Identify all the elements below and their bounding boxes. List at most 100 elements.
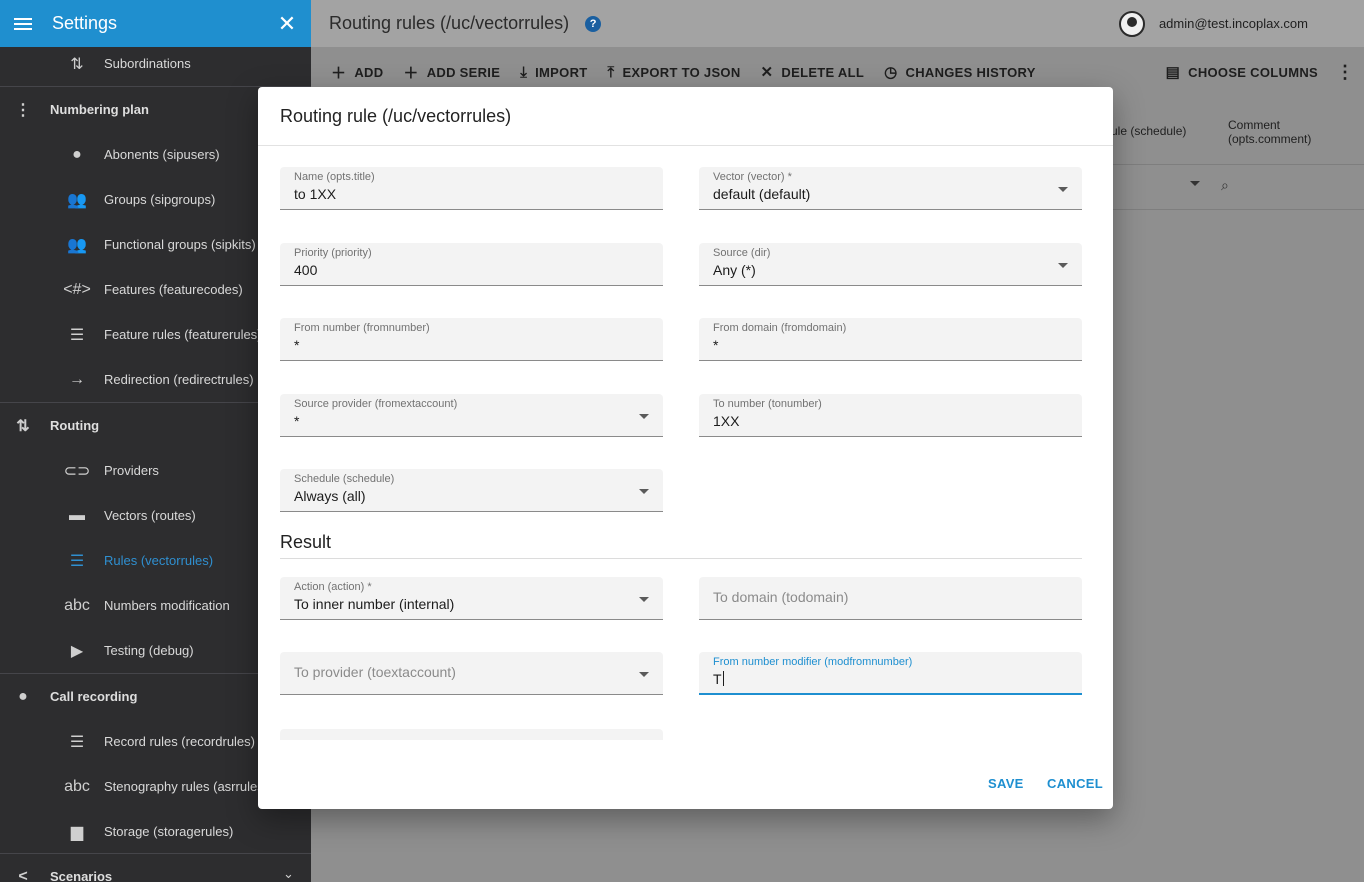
dropdown-arrow-icon (639, 414, 649, 419)
changes-history-button[interactable]: ◷ CHANGES HISTORY (884, 63, 1036, 81)
result-heading: Result (280, 532, 332, 552)
top-bar: Routing rules (/uc/vectorrules) ? admin@… (311, 0, 1364, 47)
share-icon: < (18, 867, 28, 882)
field-label: Name (opts.title) (294, 171, 375, 183)
sidebar-item-label: Abonents (sipusers) (104, 147, 220, 162)
add-serie-button[interactable]: ＋ ADD SERIE (403, 62, 500, 83)
sidebar-item[interactable]: ⇅ Subordinations (0, 41, 311, 86)
to-domain-field[interactable]: To domain (todomain) (699, 577, 1082, 620)
person-icon: ● (72, 145, 82, 163)
field-label: From number (fromnumber) (294, 322, 430, 334)
field-value: Any (*) (713, 262, 756, 278)
source-provider-select[interactable]: Source provider (fromextaccount) * (280, 394, 663, 437)
dropdown-arrow-icon (639, 672, 649, 677)
field-value: Always (all) (294, 488, 366, 504)
column-header-comment[interactable]: Comment (opts.comment) (1228, 118, 1338, 146)
help-icon[interactable]: ? (585, 15, 602, 32)
list-icon: ☰ (69, 552, 85, 570)
sidebar-item-label: Testing (debug) (104, 643, 194, 658)
divider (0, 853, 311, 854)
divider (280, 558, 1082, 559)
chevron-down-icon[interactable]: ⌄ (283, 866, 294, 882)
field-label: To number (tonumber) (713, 398, 822, 410)
chevron-down-icon[interactable] (1190, 181, 1200, 186)
next-field-partial[interactable] (280, 729, 663, 740)
close-icon[interactable]: ✕ (275, 11, 299, 37)
sidebar-item-label: Numbering plan (50, 102, 149, 117)
field-placeholder: To provider (toextaccount) (294, 664, 456, 680)
sidebar-item[interactable]: ▆ Storage (storagerules) (0, 809, 311, 854)
people-icon: 👥 (67, 191, 87, 209)
menu-icon[interactable] (14, 12, 38, 36)
label-icon: ▬ (69, 506, 85, 524)
from-domain-field[interactable]: From domain (fromdomain) * (699, 318, 1082, 361)
plus-icon: ＋ (331, 64, 347, 82)
field-value: * (294, 413, 300, 429)
field-placeholder: To domain (todomain) (713, 589, 849, 605)
field-value: * (294, 337, 300, 353)
to-number-field[interactable]: To number (tonumber) 1XX (699, 394, 1082, 437)
abc-icon: abc (64, 777, 90, 795)
sidebar-item-label: Scenarios (50, 869, 113, 882)
storage-icon: ▆ (70, 823, 84, 841)
field-label: Source (dir) (713, 247, 771, 259)
source-select[interactable]: Source (dir) Any (*) (699, 243, 1082, 286)
people-icon: 👥 (67, 236, 87, 254)
sidebar-section[interactable]: < Scenarios (0, 854, 311, 882)
sidebar-item-label: Subordinations (104, 56, 191, 71)
divider (258, 145, 1113, 146)
choose-columns-button[interactable]: ▤ CHOOSE COLUMNS (1166, 63, 1318, 81)
list-icon: ☰ (69, 326, 85, 344)
user-menu[interactable]: admin@test.incoplax.com (1118, 10, 1308, 37)
field-label: Source provider (fromextaccount) (294, 398, 458, 410)
sort-arrows-icon: ⇅ (16, 417, 30, 435)
sidebar-item-label: Functional groups (sipkits) (104, 237, 256, 252)
field-value: default (default) (713, 186, 811, 202)
download-icon: ⤓ (520, 63, 528, 81)
sidebar-item-label: Vectors (routes) (104, 508, 196, 523)
from-number-modifier-field[interactable]: From number modifier (modfromnumber) T (699, 652, 1082, 695)
search-icon[interactable]: ⌕ (1221, 177, 1229, 194)
to-provider-select[interactable]: To provider (toextaccount) (280, 652, 663, 695)
dropdown-arrow-icon (1058, 263, 1068, 268)
field-value: T (713, 671, 724, 687)
action-select[interactable]: Action (action) * To inner number (inter… (280, 577, 663, 620)
upload-icon: ⤒ (607, 63, 615, 81)
sidebar-item-label: Routing (50, 418, 100, 433)
save-button[interactable]: SAVE (988, 776, 1024, 791)
close-icon: ✕ (760, 64, 774, 81)
list-icon: ☰ (69, 733, 85, 751)
dropdown-arrow-icon (1058, 187, 1068, 192)
dialog-title: Routing rule (/uc/vectorrules) (280, 106, 512, 126)
column-header-schedule[interactable]: ule (schedule) (1111, 124, 1231, 138)
sort-arrows-icon: ⇅ (70, 55, 84, 73)
clock-icon: ◷ (884, 64, 898, 81)
export-json-button[interactable]: ⤒ EXPORT TO JSON (608, 64, 741, 81)
name-field[interactable]: Name (opts.title) to 1XX (280, 167, 663, 210)
arrow-right-icon: → (69, 370, 85, 388)
routing-rule-dialog: Routing rule (/uc/vectorrules) Name (opt… (258, 87, 1113, 809)
columns-icon: ▤ (1165, 64, 1181, 81)
field-value: * (713, 337, 719, 353)
cancel-button[interactable]: CANCEL (1047, 776, 1103, 791)
sidebar-item-label: Feature rules (featurerules) (104, 327, 262, 342)
sidebar-item-label: Groups (sipgroups) (104, 192, 216, 207)
add-button[interactable]: ＋ ADD (331, 62, 383, 83)
schedule-select[interactable]: Schedule (schedule) Always (all) (280, 469, 663, 512)
sidebar-header: Settings ✕ (0, 0, 311, 47)
delete-all-button[interactable]: ✕ DELETE ALL (761, 63, 865, 81)
priority-field[interactable]: Priority (priority) 400 (280, 243, 663, 286)
import-button[interactable]: ⤓ IMPORT (520, 64, 587, 81)
from-number-field[interactable]: From number (fromnumber) * (280, 318, 663, 361)
abc-icon: abc (64, 596, 90, 614)
field-label: From number modifier (modfromnumber) (713, 656, 913, 668)
vector-select[interactable]: Vector (vector) * default (default) (699, 167, 1082, 210)
sidebar-item-label: Numbers modification (104, 598, 230, 613)
user-email: admin@test.incoplax.com (1158, 16, 1308, 31)
field-label: Vector (vector) * (713, 171, 792, 183)
page-title: Routing rules (/uc/vectorrules) (329, 13, 570, 33)
more-vertical-icon[interactable]: ⋮ (1336, 62, 1354, 83)
link-icon: ⊂⊃ (63, 462, 91, 480)
field-label: From domain (fromdomain) (713, 322, 847, 334)
sidebar-item-label: Providers (104, 463, 159, 478)
